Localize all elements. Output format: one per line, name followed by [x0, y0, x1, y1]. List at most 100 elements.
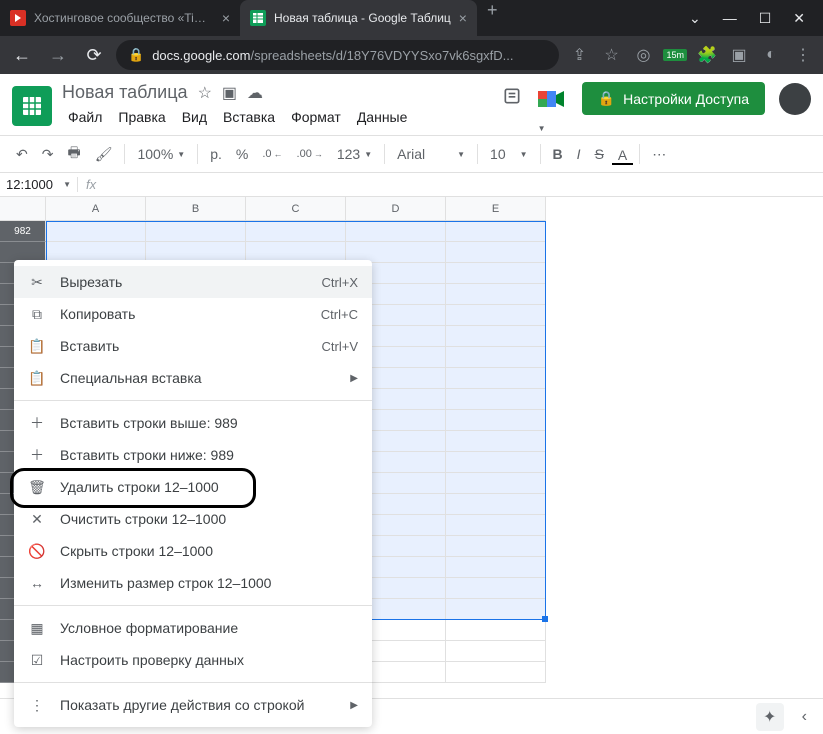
cell[interactable]: [446, 263, 546, 284]
chevron-down-icon[interactable]: ⌄: [689, 10, 701, 27]
cell[interactable]: [446, 410, 546, 431]
share-icon[interactable]: ⇪: [567, 43, 591, 67]
percent-button[interactable]: %: [230, 142, 254, 166]
menu-item-format[interactable]: ▦Условное форматирование: [14, 612, 372, 644]
cell[interactable]: [446, 620, 546, 641]
strikethrough-button[interactable]: S: [589, 142, 610, 166]
star-icon[interactable]: ☆: [599, 43, 623, 67]
menu-item-validate[interactable]: ☑Настроить проверку данных: [14, 644, 372, 676]
reading-list-icon[interactable]: ▣: [727, 43, 751, 67]
cell[interactable]: [446, 305, 546, 326]
menu-item-plus[interactable]: ＋Вставить строки выше: 989: [14, 407, 372, 439]
tab-close-icon[interactable]: ×: [459, 10, 467, 26]
extensions-icon[interactable]: 🧩: [695, 43, 719, 67]
star-icon[interactable]: ☆: [198, 83, 212, 103]
meet-icon[interactable]: ▼: [536, 85, 568, 113]
menu-view[interactable]: Вид: [176, 107, 213, 127]
explore-button[interactable]: ✦: [756, 703, 784, 731]
profile-icon[interactable]: ◐: [759, 43, 783, 67]
history-icon[interactable]: [502, 86, 522, 112]
font-dropdown[interactable]: Arial▼: [391, 142, 471, 166]
address-input[interactable]: 🔒 docs.google.com/spreadsheets/d/18Y76VD…: [116, 40, 559, 70]
cell[interactable]: [246, 221, 346, 242]
cell[interactable]: [446, 284, 546, 305]
column-header[interactable]: C: [246, 197, 346, 221]
menu-insert[interactable]: Вставка: [217, 107, 281, 127]
menu-format[interactable]: Формат: [285, 107, 347, 127]
cell[interactable]: [446, 242, 546, 263]
menu-item-resize[interactable]: ↔Изменить размер строк 12–1000: [14, 567, 372, 599]
browser-tab-0[interactable]: Хостинговое сообщество «Time... ×: [0, 0, 240, 36]
select-all-corner[interactable]: [0, 197, 46, 221]
sheets-logo-icon[interactable]: [12, 86, 52, 126]
menu-item-x[interactable]: ✕Очистить строки 12–1000: [14, 503, 372, 535]
text-color-button[interactable]: A: [612, 143, 633, 165]
cloud-icon[interactable]: ☁: [247, 83, 263, 103]
menu-item-hide[interactable]: 🚫Скрыть строки 12–1000: [14, 535, 372, 567]
menu-item-paste-special[interactable]: 📋Специальная вставка▶: [14, 362, 372, 394]
cell[interactable]: [446, 599, 546, 620]
column-header[interactable]: A: [46, 197, 146, 221]
cell[interactable]: [446, 578, 546, 599]
cell[interactable]: [446, 494, 546, 515]
menu-item-plus[interactable]: ＋Вставить строки ниже: 989: [14, 439, 372, 471]
side-panel-toggle[interactable]: ‹: [802, 708, 807, 726]
menu-item-trash[interactable]: 🗑Удалить строки 12–1000: [14, 471, 372, 503]
tab-close-icon[interactable]: ×: [222, 10, 230, 26]
font-size-dropdown[interactable]: 10▼: [484, 142, 534, 166]
menu-item-more[interactable]: ⋮Показать другие действия со строкой▶: [14, 689, 372, 721]
browser-tab-1[interactable]: Новая таблица - Google Таблиц ×: [240, 0, 477, 36]
redo-button[interactable]: ↷: [36, 142, 60, 167]
cell[interactable]: [446, 368, 546, 389]
column-header[interactable]: B: [146, 197, 246, 221]
maximize-icon[interactable]: ☐: [759, 10, 772, 27]
menu-data[interactable]: Данные: [351, 107, 414, 127]
extension-icon[interactable]: ◎: [631, 43, 655, 67]
cell[interactable]: [46, 221, 146, 242]
share-button[interactable]: 🔒 Настройки Доступа: [582, 82, 765, 115]
cell[interactable]: [446, 326, 546, 347]
cell[interactable]: [446, 641, 546, 662]
cell[interactable]: [446, 515, 546, 536]
menu-item-paste[interactable]: 📋ВставитьCtrl+V: [14, 330, 372, 362]
cell[interactable]: [446, 221, 546, 242]
menu-edit[interactable]: Правка: [112, 107, 171, 127]
format-menu[interactable]: 123▼: [331, 142, 378, 166]
cell[interactable]: [446, 347, 546, 368]
close-icon[interactable]: ✕: [793, 10, 805, 27]
cell[interactable]: [346, 221, 446, 242]
reload-button[interactable]: ⟳: [80, 45, 108, 66]
bold-button[interactable]: B: [547, 142, 569, 166]
menu-item-copy[interactable]: ⧉КопироватьCtrl+C: [14, 298, 372, 330]
cell[interactable]: [446, 389, 546, 410]
paint-format-button[interactable]: 🖌: [89, 142, 119, 167]
new-tab-button[interactable]: +: [477, 0, 508, 36]
cell[interactable]: [446, 431, 546, 452]
menu-item-cut[interactable]: ✂ВырезатьCtrl+X: [14, 266, 372, 298]
undo-button[interactable]: ↶: [10, 142, 34, 167]
avatar[interactable]: [779, 83, 811, 115]
more-button[interactable]: ⋯: [646, 142, 672, 167]
cell[interactable]: [446, 473, 546, 494]
menu-icon[interactable]: ⋮: [791, 43, 815, 67]
decrease-decimal-button[interactable]: .0←: [256, 144, 288, 164]
column-header[interactable]: E: [446, 197, 546, 221]
cell[interactable]: [446, 536, 546, 557]
column-header[interactable]: D: [346, 197, 446, 221]
cell[interactable]: [146, 221, 246, 242]
cell[interactable]: [446, 452, 546, 473]
cell[interactable]: [446, 662, 546, 683]
row-header[interactable]: 982: [0, 221, 46, 242]
increase-decimal-button[interactable]: .00→: [291, 144, 329, 164]
name-box[interactable]: 12:1000▼: [0, 177, 78, 192]
document-title[interactable]: Новая таблица: [62, 82, 188, 103]
cell[interactable]: [446, 557, 546, 578]
italic-button[interactable]: I: [571, 142, 587, 166]
menu-file[interactable]: Файл: [62, 107, 108, 127]
move-icon[interactable]: ▣: [222, 83, 237, 103]
extension-badge[interactable]: 15m: [663, 49, 687, 61]
back-button[interactable]: ←: [8, 45, 36, 66]
minimize-icon[interactable]: ―: [723, 10, 737, 27]
currency-button[interactable]: р.: [204, 142, 228, 166]
print-button[interactable]: 🖶: [61, 138, 86, 170]
